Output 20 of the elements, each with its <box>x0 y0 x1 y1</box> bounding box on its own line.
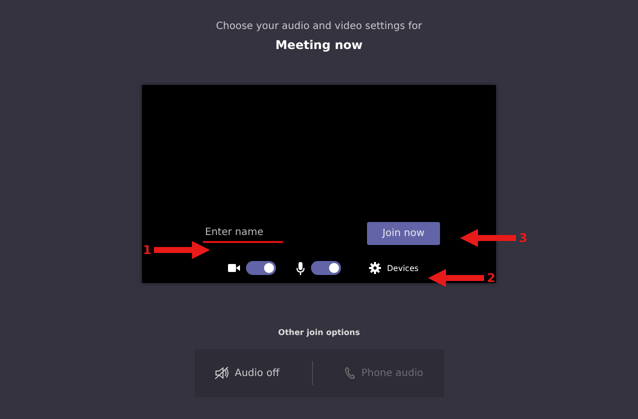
meeting-title: Meeting now <box>275 38 363 52</box>
phone-icon <box>345 367 356 379</box>
annotation-number: 1 <box>143 243 152 257</box>
microphone-toggle[interactable] <box>311 261 341 275</box>
camera-icon <box>228 264 240 272</box>
arrow-icon <box>154 240 210 260</box>
speaker-muted-icon <box>214 367 229 379</box>
settings-icon <box>369 262 381 274</box>
arrow-icon <box>460 228 516 248</box>
arrow-icon <box>428 268 484 288</box>
join-button[interactable]: Join now <box>367 222 440 245</box>
name-field[interactable]: Enter name <box>203 224 283 242</box>
camera-toggle[interactable] <box>246 261 276 275</box>
subtitle: Choose your audio and video settings for <box>216 21 422 32</box>
annotation-number: 3 <box>519 231 528 245</box>
microphone-icon <box>296 262 305 274</box>
annotation-number: 2 <box>487 271 496 285</box>
section-title: Other join options <box>278 328 360 337</box>
audio-off-button[interactable]: Audio off <box>206 363 288 383</box>
devices-button[interactable]: Devices <box>369 262 419 274</box>
